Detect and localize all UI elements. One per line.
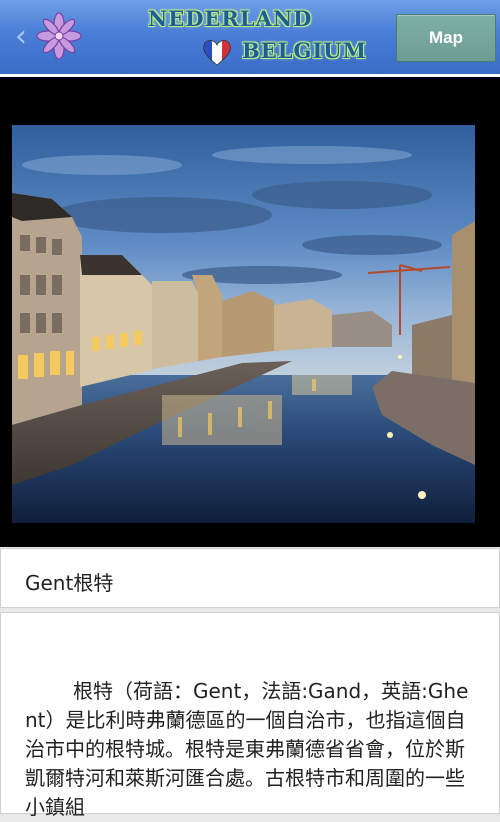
dutch-flag-heart-icon — [203, 40, 231, 66]
purple-star-flower-logo-icon[interactable] — [36, 12, 82, 60]
article-body: 根特（荷語：Gent，法語:Gand，英語:Ghent）是比利時弗蘭德區的一個自… — [25, 679, 469, 819]
app-header: ‹ NEDERLAND BELGIUM Map — [0, 0, 500, 77]
brand-title: NEDERLAND BELGIUM — [140, 2, 367, 72]
chevron-left-icon[interactable]: ‹ — [10, 20, 32, 54]
brand-line-belgium: BELGIUM — [242, 38, 367, 63]
map-button[interactable]: Map — [396, 14, 496, 62]
article-title: Gent根特 — [25, 571, 114, 595]
photo-frame — [0, 77, 500, 547]
brand-line-nederland: NEDERLAND — [148, 6, 313, 31]
article-title-card: Gent根特 — [0, 548, 500, 608]
article-body-card: 根特（荷語：Gent，法語:Gand，英語:Ghent）是比利時弗蘭德區的一個自… — [0, 612, 500, 819]
gent-canal-night-photo[interactable] — [12, 125, 475, 523]
